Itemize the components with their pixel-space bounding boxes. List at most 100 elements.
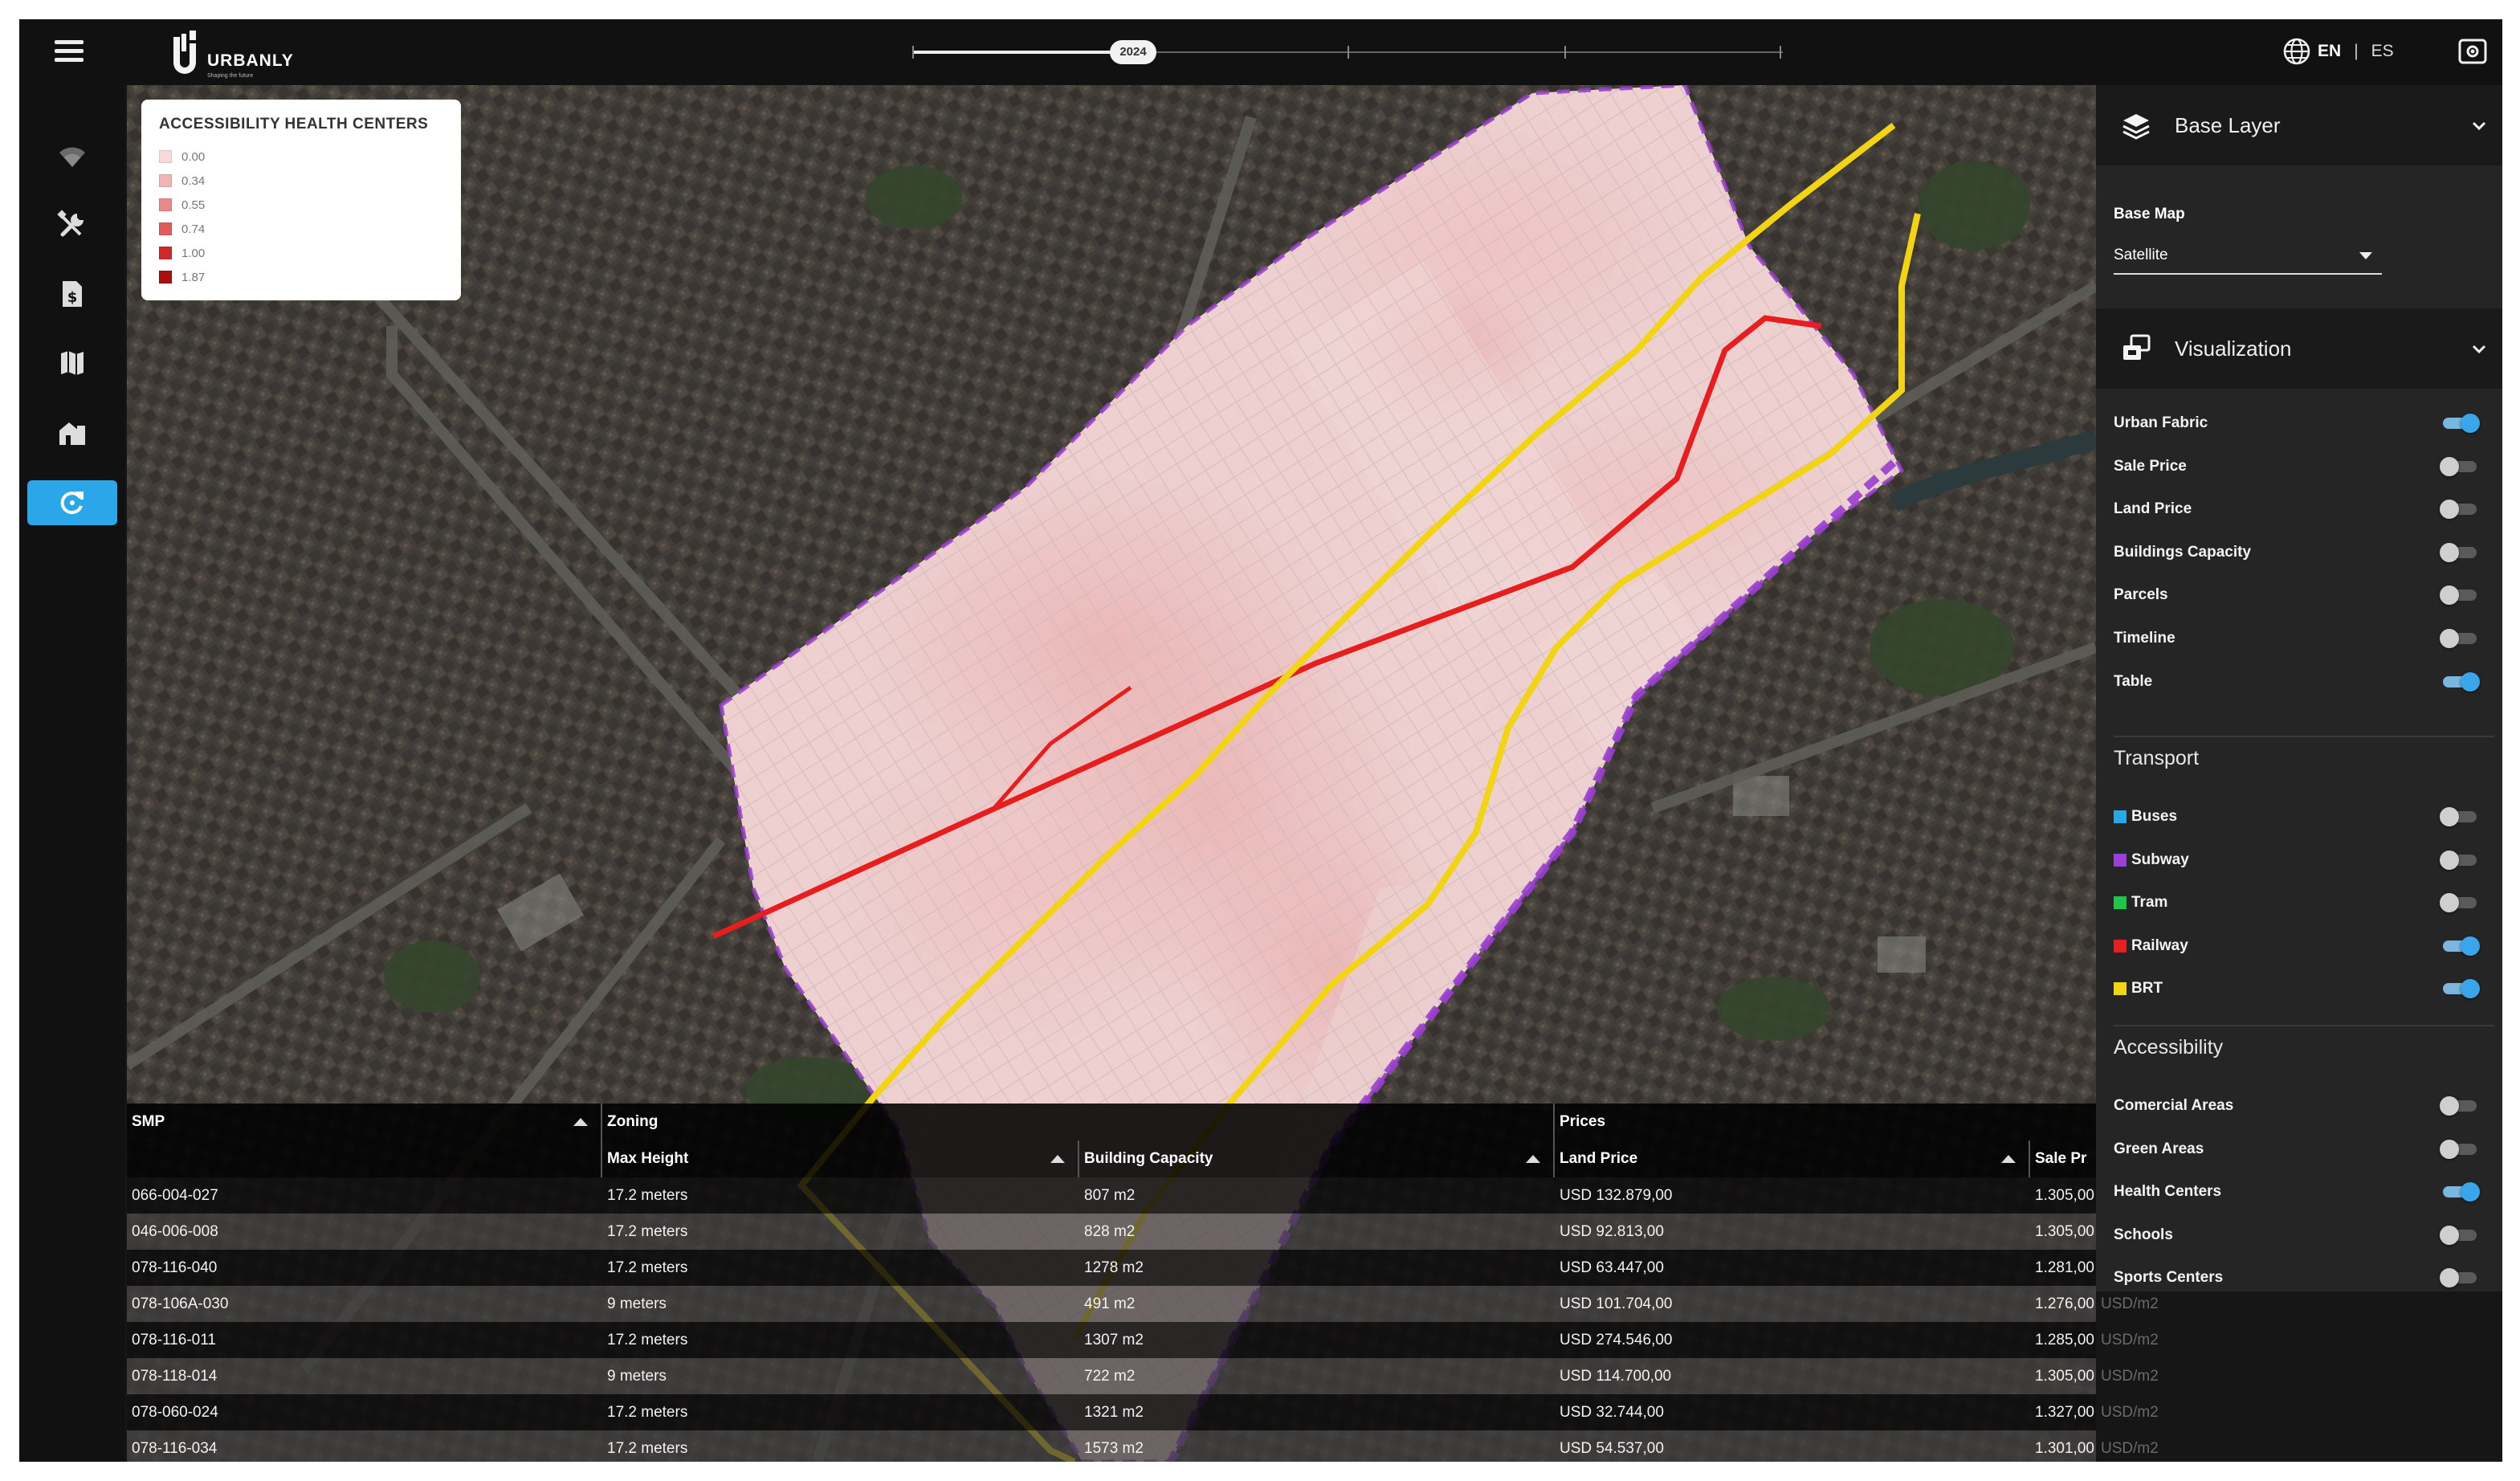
cell-building-capacity: 1307 m2: [1084, 1332, 1144, 1348]
zoning-header-label: Zoning: [607, 1113, 659, 1130]
toggle-knob: [2440, 456, 2459, 476]
toggle-buses[interactable]: [2440, 807, 2480, 826]
globe-icon[interactable]: [2282, 37, 2311, 66]
chevron-down-icon[interactable]: [2470, 117, 2488, 135]
legend-swatch: [159, 271, 172, 284]
base-layer-header[interactable]: Base Layer: [2096, 85, 2502, 165]
toggle-parcels[interactable]: [2440, 585, 2480, 606]
document-dollar-icon: $: [63, 281, 82, 307]
timeline-track-fill: [914, 51, 1131, 54]
sidebar-item-document[interactable]: $: [50, 271, 95, 316]
toggle-land-price[interactable]: [2440, 500, 2480, 520]
table-row[interactable]: 046-006-008 17.2 meters 828 m2 USD 92.813,0…: [127, 1214, 2096, 1250]
cell-smp: 066-004-027: [132, 1187, 218, 1204]
cell-land-price: USD 32.744,00: [1560, 1404, 1664, 1421]
cell-max-height: 17.2 meters: [607, 1404, 688, 1421]
toggle-knob: [2440, 500, 2459, 520]
tools-icon: [57, 210, 84, 237]
toggle-sale-price[interactable]: [2440, 456, 2480, 476]
sort-ascending-icon[interactable]: [573, 1118, 588, 1126]
top-bar: URBANLY Shaping the future 2024 EN | ES: [19, 19, 2502, 85]
toggle-railway[interactable]: [2440, 936, 2480, 956]
legend-title: ACCESSIBILITY HEALTH CENTERS: [159, 116, 429, 133]
toggle-buildings-capacity[interactable]: [2440, 542, 2480, 562]
sidebar-item-buildings[interactable]: [50, 410, 95, 455]
language-en[interactable]: EN: [2318, 42, 2341, 61]
map-icon: [61, 351, 84, 375]
legend-item: 0.00: [159, 145, 443, 169]
layer-label: BRT: [2131, 980, 2163, 998]
toggle-knob: [2440, 629, 2459, 648]
timeline-year-handle[interactable]: 2024: [1110, 40, 1156, 64]
legend-item: 0.34: [159, 169, 443, 193]
table-row[interactable]: 078-116-040 17.2 meters 1278 m2 USD 63.447,…: [127, 1250, 2096, 1286]
layer-row-sale-price: Sale Price: [2114, 445, 2483, 488]
legend-label: 0.00: [181, 149, 206, 164]
table-row[interactable]: 078-116-011 17.2 meters 1307 m2 USD 274.546…: [127, 1322, 2096, 1358]
toggle-knob: [2461, 671, 2480, 692]
app-window: URBANLY Shaping the future 2024 EN | ES: [19, 19, 2502, 1462]
sort-ascending-icon[interactable]: [1050, 1155, 1065, 1163]
timeline-tick: [912, 46, 914, 59]
column-group-smp[interactable]: SMP: [127, 1104, 602, 1140]
layer-row-brt: BRT: [2114, 967, 2483, 1010]
layer-row-timeline: Timeline: [2114, 617, 2483, 660]
column-max-height[interactable]: Max Height: [602, 1140, 1079, 1177]
toggle-table[interactable]: [2440, 671, 2480, 692]
chevron-down-icon[interactable]: [2470, 341, 2488, 358]
cell-smp: 046-006-008: [132, 1223, 218, 1240]
cell-smp: 078-116-040: [132, 1259, 218, 1276]
base-map-value: Satellite: [2114, 247, 2168, 263]
view-icon[interactable]: [2457, 37, 2488, 66]
table-row[interactable]: 078-106A-030 9 meters 491 m2 USD 101.704,00…: [127, 1286, 2096, 1322]
table-row[interactable]: 078-060-024 17.2 meters 1321 m2 USD 32.744,…: [127, 1394, 2096, 1430]
table-row[interactable]: 078-118-014 9 meters 722 m2 USD 114.700,00 1…: [127, 1358, 2096, 1394]
toggle-sports-centers[interactable]: [2440, 1268, 2480, 1288]
toggle-urban-fabric[interactable]: [2440, 414, 2480, 433]
toggle-green-areas[interactable]: [2440, 1139, 2480, 1159]
layer-label: Green Areas: [2114, 1140, 2204, 1157]
layer-label: Land Price: [2114, 500, 2192, 518]
cell-sale-price: 1.305,00: [2035, 1368, 2094, 1385]
toggle-brt[interactable]: [2440, 979, 2480, 999]
layer-color-swatch: [2114, 853, 2127, 867]
column-group-prices: Prices: [1555, 1104, 2096, 1140]
refresh-icon: [60, 492, 84, 515]
column-group-zoning: Zoning: [602, 1104, 1555, 1140]
toggle-tram[interactable]: [2440, 893, 2480, 913]
language-es[interactable]: ES: [2371, 42, 2394, 61]
visualization-header[interactable]: Visualization: [2096, 308, 2502, 389]
sidebar-item-wifi[interactable]: [50, 133, 95, 178]
cell-sale-unit: USD/m2: [2101, 1332, 2159, 1348]
table-row[interactable]: 066-004-027 17.2 meters 807 m2 USD 132.879,…: [127, 1177, 2096, 1214]
sidebar-item-refresh[interactable]: [27, 480, 117, 525]
toggle-subway[interactable]: [2440, 850, 2480, 870]
column-building-capacity[interactable]: Building Capacity: [1079, 1140, 1555, 1177]
cell-smp: 078-060-024: [132, 1404, 218, 1421]
toggle-timeline[interactable]: [2440, 629, 2480, 648]
sort-ascending-icon[interactable]: [1526, 1155, 1540, 1163]
layer-row-railway: Railway: [2114, 924, 2483, 968]
cell-building-capacity: 1321 m2: [1084, 1404, 1144, 1421]
layer-row-urban-fabric: Urban Fabric: [2114, 402, 2483, 445]
toggle-schools[interactable]: [2440, 1225, 2480, 1245]
timeline-slider[interactable]: 2024: [891, 34, 1783, 71]
table-group-header: SMP Zoning Prices: [127, 1104, 2096, 1140]
hamburger-menu-icon[interactable]: [55, 40, 84, 64]
layer-label: Parcels: [2114, 586, 2168, 604]
wifi-icon: [59, 147, 85, 167]
column-sale-price[interactable]: Sale Pr: [2030, 1140, 2096, 1177]
sort-ascending-icon[interactable]: [2001, 1155, 2016, 1163]
sidebar-item-map[interactable]: [50, 341, 95, 386]
column-land-price[interactable]: Land Price: [1555, 1140, 2030, 1177]
divider: [2114, 1025, 2494, 1026]
toggle-comercial-areas[interactable]: [2440, 1096, 2480, 1116]
base-map-select[interactable]: Satellite: [2114, 239, 2382, 275]
table-row[interactable]: 078-116-034 17.2 meters 1573 m2 USD 54.537,…: [127, 1430, 2096, 1462]
cell-sale-price: 1.305,00: [2035, 1223, 2094, 1240]
sidebar-item-tools[interactable]: [50, 202, 95, 247]
sale-price-header-label: Sale Pr: [2035, 1150, 2087, 1167]
toggle-health-centers[interactable]: [2440, 1182, 2480, 1202]
toggle-knob: [2440, 1139, 2459, 1159]
layer-label: Buildings Capacity: [2114, 543, 2252, 561]
